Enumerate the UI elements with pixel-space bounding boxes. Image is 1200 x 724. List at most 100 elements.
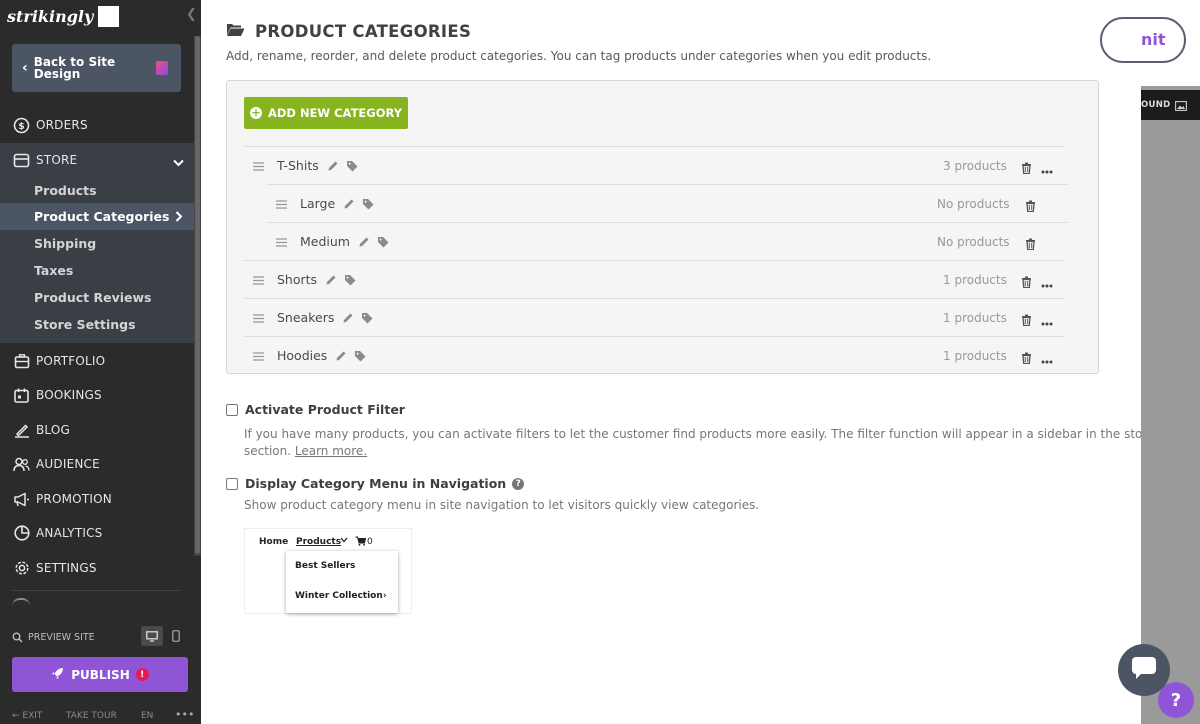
users-icon xyxy=(13,456,30,473)
category-row[interactable]: Large No products xyxy=(267,184,1068,222)
product-filter-checkbox[interactable] xyxy=(226,403,238,416)
nav-portfolio-label: PORTFOLIO xyxy=(36,354,106,368)
nav-bookings[interactable]: BOOKINGS xyxy=(0,378,194,412)
trash-icon[interactable] xyxy=(1025,235,1036,254)
exit-link[interactable]: ← EXIT xyxy=(12,711,42,721)
trash-icon[interactable] xyxy=(1021,273,1032,292)
alert-badge: ! xyxy=(135,668,149,681)
category-product-count: 1 products xyxy=(943,310,1007,325)
tag-icon[interactable] xyxy=(354,350,366,362)
partial-nav-icon xyxy=(12,598,30,606)
store-sub-product-categories[interactable]: Product Categories xyxy=(0,203,194,230)
dollar-icon: $ xyxy=(13,117,30,134)
category-name: Sneakers xyxy=(277,310,335,325)
main-panel: PRODUCT CATEGORIES Add, rename, reorder,… xyxy=(201,0,1155,724)
store-sub-product-categories-label: Product Categories xyxy=(34,209,170,224)
category-row[interactable]: Sneakers 1 products xyxy=(244,298,1064,336)
category-name: Shorts xyxy=(277,272,318,287)
nav-promotion[interactable]: PROMOTION xyxy=(0,482,194,516)
store-sub-taxes[interactable]: Taxes xyxy=(0,257,194,284)
category-row[interactable]: Shorts 1 products xyxy=(244,260,1064,298)
publish-button[interactable]: PUBLISH ! xyxy=(12,657,188,692)
megaphone-icon xyxy=(13,491,30,508)
category-row[interactable]: Medium No products xyxy=(267,222,1068,260)
calendar-icon xyxy=(13,387,30,404)
store-sub-product-reviews[interactable]: Product Reviews xyxy=(0,284,194,311)
question-circle-icon[interactable]: ? xyxy=(512,477,525,490)
product-filter-desc-line2: section. Learn more. xyxy=(244,443,1084,460)
store-sub-store-settings[interactable]: Store Settings xyxy=(0,311,194,338)
folder-open-icon xyxy=(226,22,245,41)
logo[interactable]: strikingly xyxy=(7,4,120,28)
pencil-icon[interactable] xyxy=(325,274,337,286)
trash-icon[interactable] xyxy=(1025,197,1036,216)
desktop-view-button[interactable] xyxy=(141,626,163,646)
pencil-icon[interactable] xyxy=(343,198,355,210)
category-product-count: 1 products xyxy=(943,348,1007,363)
preview-site-label: PREVIEW SITE xyxy=(28,631,95,643)
more-options-icon[interactable] xyxy=(1041,349,1053,368)
product-filter-label[interactable]: Activate Product Filter xyxy=(245,402,405,417)
sidebar-footer: ← EXIT TAKE TOUR EN ••• xyxy=(0,708,201,724)
more-options-icon[interactable] xyxy=(1041,311,1053,330)
store-submenu: Products Product Categories Shipping Tax… xyxy=(0,177,194,343)
drag-handle-icon[interactable] xyxy=(253,156,264,175)
tag-icon[interactable] xyxy=(346,160,358,172)
tag-icon[interactable] xyxy=(362,198,374,210)
preview-home: Home xyxy=(259,537,289,547)
language-select[interactable]: EN xyxy=(141,711,153,721)
trash-icon[interactable] xyxy=(1021,311,1032,330)
learn-more-link[interactable]: Learn more. xyxy=(295,444,367,458)
trash-icon[interactable] xyxy=(1021,349,1032,368)
nav-settings-label: SETTINGS xyxy=(36,561,97,575)
nav-orders-label: ORDERS xyxy=(36,118,88,132)
category-menu-label[interactable]: Display Category Menu in Navigation xyxy=(245,476,506,491)
product-filter-option: Activate Product Filter xyxy=(226,402,405,417)
tag-icon[interactable] xyxy=(377,236,389,248)
tag-icon[interactable] xyxy=(361,312,373,324)
more-options-icon[interactable] xyxy=(1041,273,1053,292)
help-button[interactable]: ? xyxy=(1158,682,1194,718)
mobile-view-button[interactable] xyxy=(168,626,184,646)
category-row[interactable]: Hoodies 1 products xyxy=(244,336,1064,374)
category-menu-checkbox[interactable] xyxy=(226,477,238,490)
rocket-icon xyxy=(51,665,64,684)
take-tour-link[interactable]: TAKE TOUR xyxy=(66,711,117,721)
product-filter-desc-line1: If you have many products, you can activ… xyxy=(244,427,1155,441)
more-icon[interactable]: ••• xyxy=(175,708,194,721)
drag-handle-icon[interactable] xyxy=(253,346,264,365)
nav-analytics[interactable]: ANALYTICS xyxy=(0,516,194,550)
category-product-count: No products xyxy=(937,234,1010,249)
drag-handle-icon[interactable] xyxy=(253,308,264,327)
pencil-icon[interactable] xyxy=(335,350,347,362)
pencil-icon[interactable] xyxy=(342,312,354,324)
sidebar-divider xyxy=(12,590,180,591)
nav-store[interactable]: STORE xyxy=(0,143,194,177)
trash-icon[interactable] xyxy=(1021,159,1032,178)
publish-label: PUBLISH xyxy=(71,667,130,682)
chevron-down-icon xyxy=(173,152,184,171)
sidebar-scrollbar-thumb[interactable] xyxy=(195,36,200,554)
store-sub-shipping[interactable]: Shipping xyxy=(0,230,194,257)
back-to-site-design-button[interactable]: ‹ Back to Site Design xyxy=(12,44,181,92)
pie-chart-icon xyxy=(13,525,30,542)
more-options-icon[interactable] xyxy=(1041,159,1053,178)
desktop-icon xyxy=(146,627,158,646)
nav-portfolio[interactable]: PORTFOLIO xyxy=(0,344,194,378)
store-sub-products[interactable]: Products xyxy=(0,177,194,204)
drag-handle-icon[interactable] xyxy=(276,232,287,251)
add-new-category-button[interactable]: + ADD NEW CATEGORY xyxy=(244,97,408,129)
nav-orders[interactable]: $ ORDERS xyxy=(0,108,194,142)
category-row[interactable]: T-Shits 3 products xyxy=(244,146,1064,184)
drag-handle-icon[interactable] xyxy=(276,194,287,213)
nav-settings[interactable]: SETTINGS xyxy=(0,551,194,585)
drag-handle-icon[interactable] xyxy=(253,270,264,289)
collapse-sidebar-icon[interactable]: ❮ xyxy=(186,7,197,22)
pencil-icon[interactable] xyxy=(327,160,339,172)
nav-blog[interactable]: BLOG xyxy=(0,413,194,447)
background-button[interactable]: OUND xyxy=(1141,90,1200,120)
pencil-icon[interactable] xyxy=(358,236,370,248)
nav-audience[interactable]: AUDIENCE xyxy=(0,447,194,481)
tag-icon[interactable] xyxy=(344,274,356,286)
preview-cart-icon xyxy=(355,536,367,549)
